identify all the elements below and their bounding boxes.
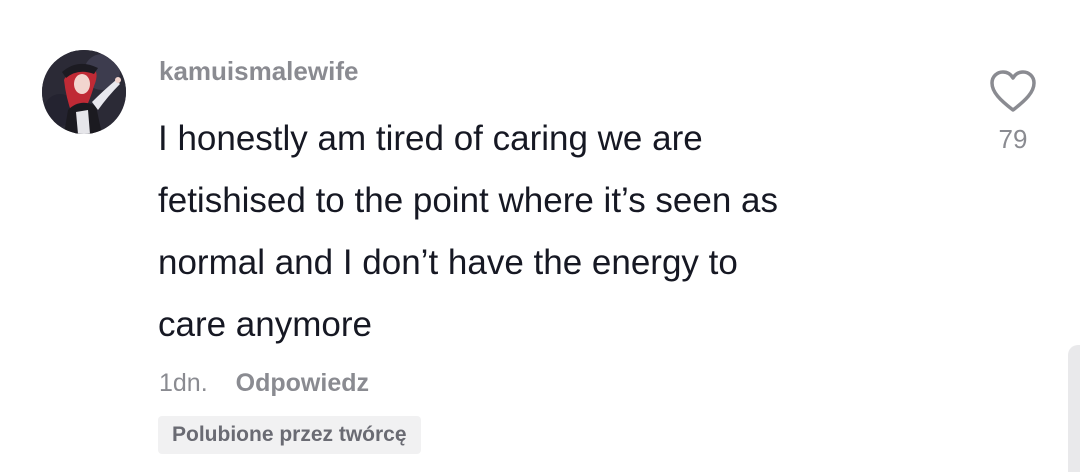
comment-item: kamuismalewife I honestly am tired of ca… [0, 0, 1080, 472]
avatar[interactable] [42, 50, 126, 134]
like-button[interactable]: 79 [982, 68, 1044, 164]
liked-by-creator-badge: Polubione przez twórcę [158, 416, 421, 454]
scrollbar[interactable] [1068, 345, 1080, 472]
reply-button[interactable]: Odpowiedz [236, 369, 369, 398]
timestamp: 1dn. [159, 368, 208, 397]
heart-icon [990, 70, 1036, 112]
comment-text: I honestly am tired of caring we are fet… [158, 119, 779, 344]
username[interactable]: kamuismalewife [159, 55, 358, 87]
comment-meta: 1dn. Odpowiedz [159, 366, 369, 400]
like-count: 79 [998, 124, 1028, 154]
avatar-image [42, 50, 126, 134]
